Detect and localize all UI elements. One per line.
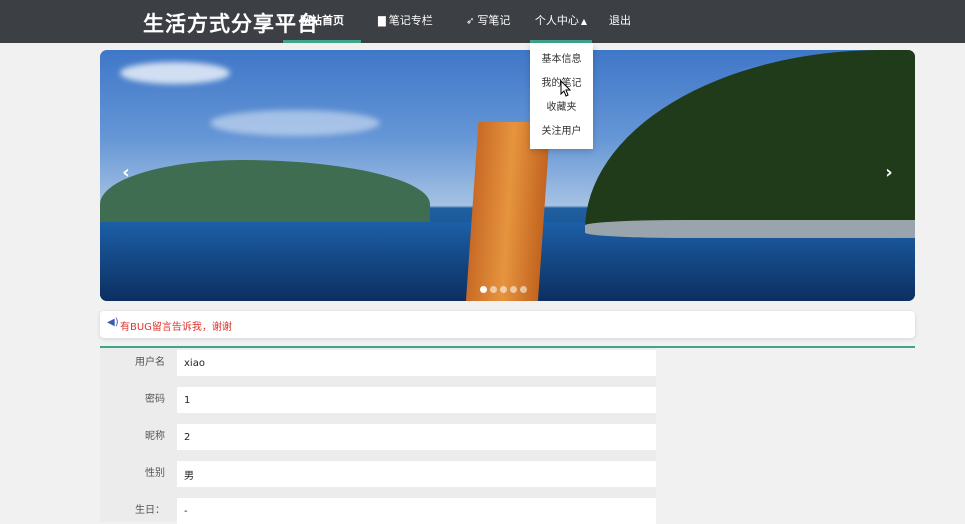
birthday-label: 生日： <box>135 505 165 516</box>
carousel-indicators <box>480 278 530 293</box>
dropdown-item-favorites[interactable]: 收藏夹 <box>530 96 593 120</box>
password-input[interactable] <box>177 387 656 413</box>
notice-bar: ◀) 有BUG留言告诉我，谢谢 <box>100 311 915 338</box>
island-left <box>100 160 430 222</box>
form-row-birthday: 生日： <box>100 498 656 524</box>
form-row-gender: 性别 <box>100 461 656 487</box>
image-carousel: ‹ › <box>100 50 915 301</box>
user-info-form: 用户名 密码 昵称 性别 生日： <box>100 346 915 524</box>
carousel-dot[interactable] <box>480 286 487 293</box>
carousel-dot[interactable] <box>510 286 517 293</box>
caret-up-icon: ▲ <box>580 17 588 26</box>
username-label: 用户名 <box>135 357 165 368</box>
mouse-cursor-icon <box>560 80 572 97</box>
dropdown-item-basic-info[interactable]: 基本信息 <box>530 48 593 72</box>
document-icon: ▇ <box>378 16 386 27</box>
carousel-dot[interactable] <box>520 286 527 293</box>
gender-label: 性别 <box>145 468 165 479</box>
gender-input[interactable] <box>177 461 656 487</box>
nav-logout-label: 退出 <box>609 14 631 27</box>
top-nav-bar: 生活方式分享平台 网站首页 ▇ 笔记专栏 ➶ 写笔记 个人中心 ▲ 退出 <box>0 0 965 43</box>
nav-center-label: 个人中心 <box>534 14 579 27</box>
form-row-username: 用户名 <box>100 350 656 376</box>
nav-personal-center[interactable]: 个人中心 ▲ <box>530 0 592 43</box>
shore-rocks <box>585 220 915 238</box>
volume-icon: ◀) <box>107 317 119 328</box>
nav-notes-label: 笔记专栏 <box>388 14 433 27</box>
island-right <box>585 50 915 230</box>
nav-logout[interactable]: 退出 <box>609 0 631 43</box>
dropdown-item-followed-users[interactable]: 关注用户 <box>530 120 593 144</box>
nav-notes-column[interactable]: ▇ 笔记专栏 <box>378 0 433 43</box>
notice-text: 有BUG留言告诉我，谢谢 <box>120 322 232 333</box>
carousel-dot[interactable] <box>500 286 507 293</box>
form-row-password: 密码 <box>100 387 656 413</box>
birthday-input[interactable] <box>177 498 656 524</box>
nav-write-note[interactable]: ➶ 写笔记 <box>466 0 510 43</box>
cloud-shape <box>210 110 380 136</box>
carousel-next-button[interactable]: › <box>877 162 901 186</box>
carousel-dot[interactable] <box>490 286 497 293</box>
send-icon: ➶ <box>466 16 475 27</box>
nav-home-label: 网站首页 <box>300 14 344 27</box>
nav-home[interactable]: 网站首页 <box>283 0 361 43</box>
form-row-nickname: 昵称 <box>100 424 656 450</box>
nickname-label: 昵称 <box>145 431 165 442</box>
password-label: 密码 <box>145 394 165 405</box>
username-input[interactable] <box>177 350 656 376</box>
carousel-prev-button[interactable]: ‹ <box>114 162 138 186</box>
nav-write-label: 写笔记 <box>477 14 511 27</box>
nickname-input[interactable] <box>177 424 656 450</box>
cloud-shape <box>120 62 230 84</box>
